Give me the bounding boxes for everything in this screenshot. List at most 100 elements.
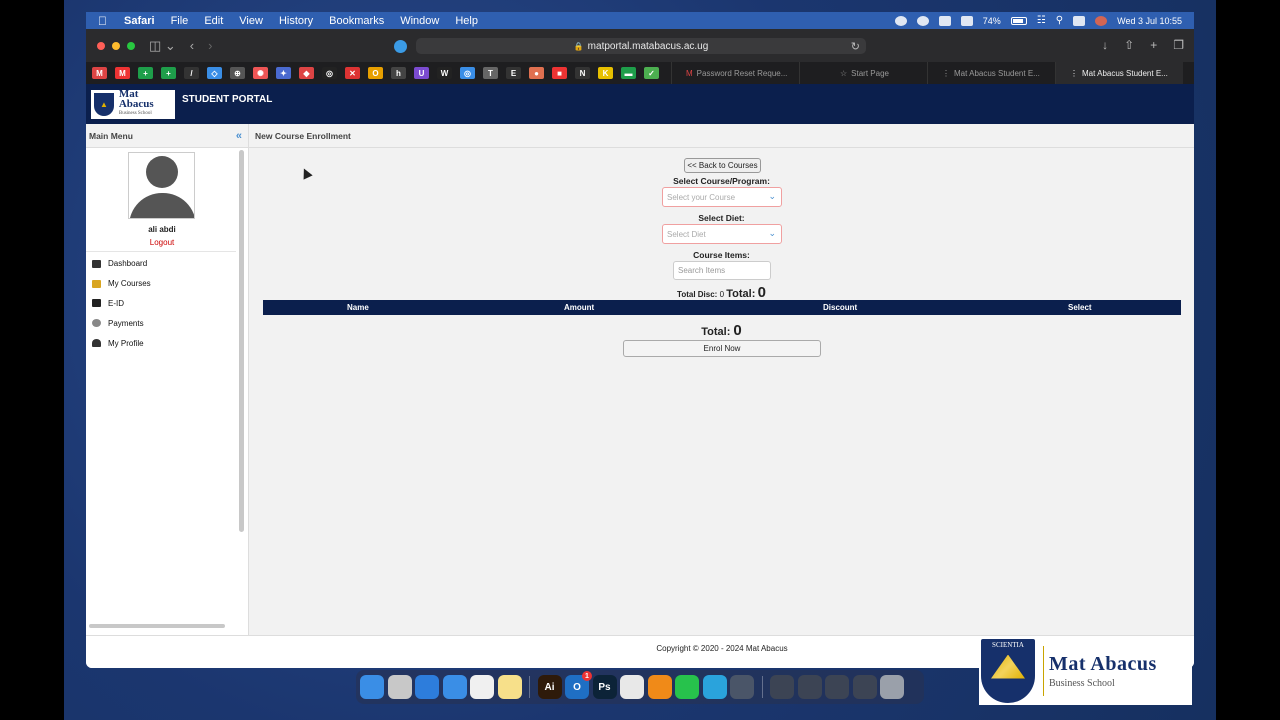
menu-window[interactable]: Window [400, 15, 439, 27]
logout-link[interactable]: Logout [86, 238, 238, 247]
tab-mat-abacus-1[interactable]: ⋮ Mat Abacus Student E... [927, 62, 1055, 84]
favorite-bookmark-icon[interactable]: / [184, 67, 199, 79]
favorite-bookmark-icon[interactable]: ◆ [299, 67, 314, 79]
search-items-input[interactable]: Search Items [673, 261, 771, 280]
vlc-status-icon[interactable] [938, 15, 951, 26]
minimized-window-icon[interactable] [852, 675, 877, 699]
sidebar-item-e-id[interactable]: E-ID [86, 294, 248, 314]
apple-menu-icon[interactable]:  [98, 14, 112, 28]
battery-icon[interactable] [1010, 16, 1027, 25]
sidebar-item-label: My Courses [108, 279, 151, 289]
sidebar-item-label: E-ID [108, 298, 124, 308]
favorite-bookmark-icon[interactable]: + [138, 67, 153, 79]
photoshop-icon[interactable]: Ps [592, 675, 617, 699]
tab-overview-icon[interactable]: ❐ [1173, 38, 1184, 52]
favorite-bookmark-icon[interactable]: ◎ [460, 67, 475, 79]
favorite-bookmark-icon[interactable]: ■ [552, 67, 567, 79]
close-window-icon[interactable] [97, 41, 105, 50]
favorite-bookmark-icon[interactable]: ✕ [345, 67, 360, 79]
tab-mat-abacus-2[interactable]: ⋮ Mat Abacus Student E... [1055, 62, 1183, 84]
downloads-icon[interactable]: ↓ [1102, 38, 1108, 52]
whatsapp-icon[interactable] [675, 675, 699, 699]
favorite-bookmark-icon[interactable]: O [368, 67, 383, 79]
favorite-bookmark-icon[interactable]: ▬ [621, 67, 636, 79]
favorite-bookmark-icon[interactable]: ✦ [276, 67, 291, 79]
control-center-icon[interactable] [1073, 15, 1086, 26]
favorite-bookmark-icon[interactable]: ⊕ [230, 67, 245, 79]
finder-icon[interactable] [360, 675, 384, 699]
favorite-bookmark-icon[interactable]: + [161, 67, 176, 79]
favorite-bookmark-icon[interactable]: N [575, 67, 590, 79]
safari-icon[interactable] [415, 675, 439, 699]
reload-icon[interactable]: ↻ [851, 40, 860, 53]
minimized-window-icon[interactable] [825, 675, 849, 699]
sidebar-item-my-courses[interactable]: My Courses [86, 274, 248, 294]
minimized-window-icon[interactable] [797, 675, 822, 699]
menu-history[interactable]: History [279, 15, 313, 27]
menu-edit[interactable]: Edit [204, 15, 223, 27]
dock-separator [761, 676, 763, 698]
menu-bookmarks[interactable]: Bookmarks [329, 15, 384, 27]
adblock-extension-icon[interactable] [394, 40, 407, 53]
sidebar-toggle-icon[interactable]: ◫ ⌄ [149, 38, 176, 54]
favorite-bookmark-icon[interactable]: ● [529, 67, 544, 79]
spotlight-search-icon[interactable]: ⚲ [1056, 15, 1063, 26]
notes-icon[interactable] [497, 675, 522, 699]
items-table-header: Name Amount Discount Select [263, 300, 1181, 315]
chrome-icon[interactable] [620, 675, 644, 699]
menu-app-name[interactable]: Safari [124, 15, 155, 27]
tab-start-page[interactable]: ☆ Start Page [799, 62, 927, 84]
menubar-clock[interactable]: Wed 3 Jul 10:55 [1117, 16, 1182, 26]
favorite-bookmark-icon[interactable]: W [437, 67, 452, 79]
favorite-bookmark-icon[interactable]: M [115, 67, 130, 79]
address-bar[interactable]: 🔒 matportal.matabacus.ac.ug ↻ [416, 38, 866, 54]
favorite-bookmark-icon[interactable]: K [598, 67, 613, 79]
favorite-bookmark-icon[interactable]: ✓ [644, 67, 659, 79]
binoculars-icon[interactable] [960, 15, 973, 26]
favorite-bookmark-icon[interactable]: ◇ [207, 67, 222, 79]
menu-help[interactable]: Help [455, 15, 478, 27]
reminders-icon[interactable] [470, 675, 494, 699]
favorite-bookmark-icon[interactable]: E [506, 67, 521, 79]
maximize-window-icon[interactable] [127, 41, 135, 50]
new-tab-icon[interactable]: + [1150, 38, 1157, 52]
collapse-sidebar-icon[interactable]: « [236, 130, 242, 142]
mail-icon[interactable] [442, 675, 467, 699]
sidebar-item-my-profile[interactable]: My Profile [86, 333, 248, 353]
portal-logo[interactable]: ▲ Mat Abacus Business School [91, 89, 175, 119]
launchpad-icon[interactable] [387, 675, 412, 699]
diet-select[interactable]: Select Diet ⌄ [662, 224, 782, 244]
trash-icon[interactable] [880, 675, 904, 699]
sidebar-vertical-scrollbar[interactable] [239, 150, 244, 532]
favorite-bookmark-icon[interactable]: ◎ [322, 67, 337, 79]
back-to-courses-button[interactable]: << Back to Courses [684, 158, 761, 173]
menu-file[interactable]: File [171, 15, 189, 27]
content-header: New Course Enrollment [249, 124, 1194, 148]
favorite-bookmark-icon[interactable]: h [391, 67, 406, 79]
wechat-icon[interactable] [916, 15, 929, 26]
siri-icon[interactable] [1095, 15, 1108, 26]
sidebar-horizontal-scrollbar[interactable] [89, 624, 225, 628]
minimized-window-icon[interactable] [770, 675, 794, 699]
menu-view[interactable]: View [239, 15, 263, 27]
tab-password-reset[interactable]: M Password Reset Reque... [671, 62, 799, 84]
favorite-bookmark-icon[interactable]: ✺ [253, 67, 268, 79]
screen-record-icon[interactable] [894, 15, 907, 26]
outlook-icon[interactable]: O1 [565, 671, 592, 699]
wifi-icon[interactable]: ☷ [1037, 15, 1046, 26]
illustrator-icon[interactable]: Ai [537, 675, 562, 699]
quicktime-icon[interactable] [730, 675, 754, 699]
favorite-bookmark-icon[interactable]: M [92, 67, 107, 79]
back-arrow-icon[interactable]: ‹ [190, 38, 194, 53]
minimize-window-icon[interactable] [112, 41, 120, 50]
vlc-icon[interactable] [647, 675, 672, 699]
share-icon[interactable]: ⇧ [1124, 38, 1134, 52]
sidebar-item-payments[interactable]: Payments [86, 313, 248, 333]
telegram-icon[interactable] [702, 675, 727, 699]
enrol-now-button[interactable]: Enrol Now [623, 340, 821, 357]
sidebar-item-dashboard[interactable]: Dashboard [86, 254, 248, 274]
course-select[interactable]: Select your Course ⌄ [662, 187, 782, 207]
forward-arrow-icon[interactable]: › [208, 38, 212, 53]
favorite-bookmark-icon[interactable]: U [414, 67, 429, 79]
favorite-bookmark-icon[interactable]: T [483, 67, 498, 79]
